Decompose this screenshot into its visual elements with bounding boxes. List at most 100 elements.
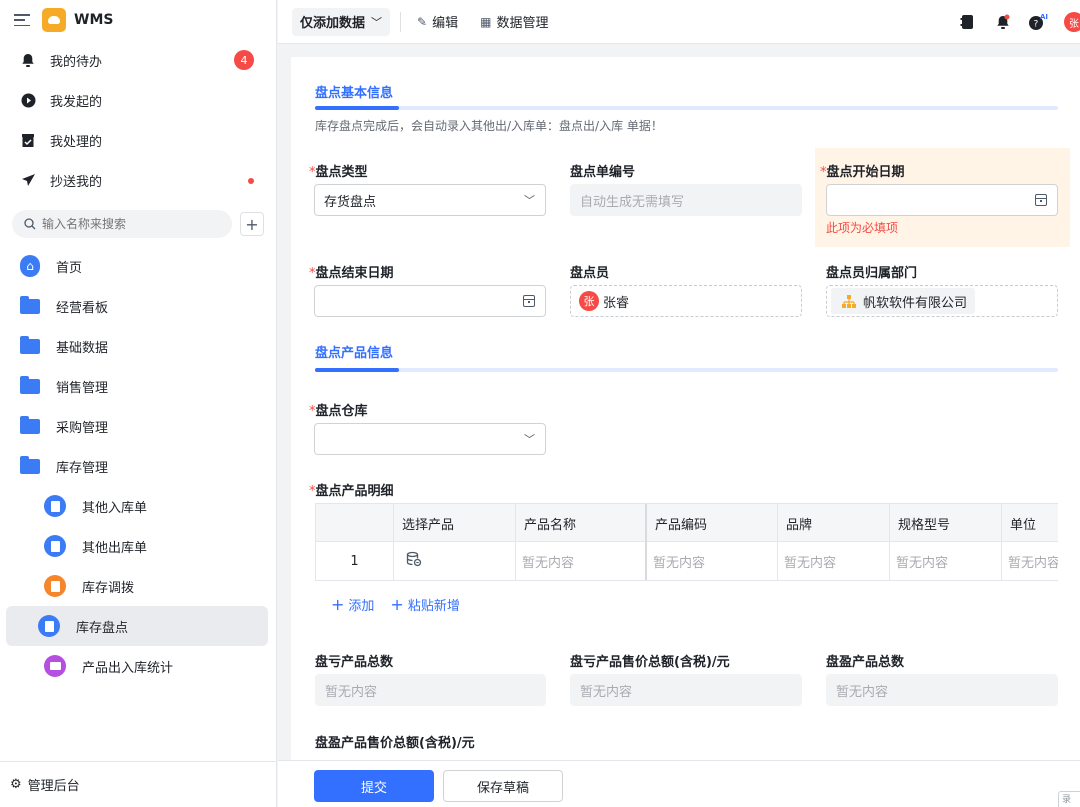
add-row-button[interactable]: + 添加 [331,595,374,614]
nav-label: 库存管理 [56,460,109,476]
edit-button[interactable]: ✎ 编辑 [417,12,458,32]
product-name-cell: 暂无内容 [516,542,647,580]
section-bar [315,368,1058,372]
warehouse-label: *盘点仓库 [309,404,368,419]
database-select-icon[interactable] [406,551,422,571]
calendar-icon [1035,194,1047,206]
form-hint: 库存盘点完成后，会自动录入其他出/入库单：盘点出/入库 单据！ [315,119,663,133]
document-icon [44,495,66,517]
nav-home[interactable]: ⌂ 首页 [0,246,276,286]
nav-label: 销售管理 [56,380,109,396]
spec-cell: 暂无内容 [890,542,1002,580]
sidebar-search-row: + [12,210,264,238]
brand-cell: 暂无内容 [778,542,890,580]
sidebar-item-transfer[interactable]: 库存调拨 [6,566,268,606]
warehouse-select[interactable]: ﹀ [314,423,546,455]
stocktake-type-value: 存货盘点 [324,194,377,210]
mode-select[interactable]: 仅添加数据 ﹀ [292,7,391,36]
section-title-products: 盘点产品信息 [315,346,394,361]
sidebar-item-label: 抄送我的 [50,174,103,190]
submit-button[interactable]: 提交 [314,770,434,802]
start-date-label: *盘点开始日期 [820,165,905,180]
plus-icon: + [390,595,404,614]
folder-icon [20,295,40,316]
search-icon [24,218,36,230]
chevron-down-icon: ﹀ [524,433,535,446]
nav-dashboard[interactable]: 经营看板 [0,286,276,326]
unit-cell: 暂无内容 [1008,555,1058,571]
table-header-cell: 品牌 [778,504,890,542]
nav-inventory[interactable]: 库存管理 [0,446,276,486]
nav-sales[interactable]: 销售管理 [0,366,276,406]
sidebar-item-label: 我发起的 [50,94,103,110]
table-header-cell [316,504,394,542]
app-title: WMS [74,12,114,28]
section-bar [315,106,1058,110]
sidebar-item-label: 其他出库单 [82,540,148,556]
home-icon: ⌂ [20,255,40,277]
start-date-error: 此项为必填项 [826,221,899,235]
loss-count-field: 暂无内容 [315,674,546,706]
bell-icon [20,52,36,68]
select-product-cell[interactable] [394,542,516,580]
sidebar: WMS 我的待办 4 我发起的 我处理的 抄送我的 + ⌂ 首页 [0,0,277,807]
divider [400,11,402,32]
nav-label: 经营看板 [56,300,109,316]
sidebar-item-cc[interactable]: 抄送我的 [0,160,276,200]
gain-amount-label: 盘盈产品售价总额(含税)/元 [315,736,475,751]
stocktake-type-select[interactable]: 存货盘点 ﹀ [314,184,546,216]
stocktake-no-label: 盘点单编号 [570,165,636,180]
dept-chip: 帆软软件有限公司 [831,288,976,314]
unread-dot [248,178,254,184]
mode-select-label: 仅添加数据 [300,16,366,31]
send-icon [20,172,36,188]
start-date-picker[interactable] [826,184,1058,216]
sidebar-item-other-inbound[interactable]: 其他入库单 [6,486,268,526]
sidebar-item-other-outbound[interactable]: 其他出库单 [6,526,268,566]
clerk-label: 盘点员 [570,266,610,281]
presentation-icon [44,655,66,677]
sidebar-search[interactable] [12,210,232,238]
user-avatar[interactable]: 张 [1064,12,1080,32]
section-title-basic: 盘点基本信息 [315,86,394,101]
table-header-cell: 产品编码 [647,504,778,542]
folder-icon [20,415,40,436]
document-icon [44,535,66,557]
sidebar-item-todo[interactable]: 我的待办 4 [0,40,276,80]
end-date-picker[interactable] [314,285,546,317]
sidebar-item-handled[interactable]: 我处理的 [0,120,276,160]
paste-add-button[interactable]: + 粘贴新增 [390,595,459,614]
pencil-icon: ✎ [417,14,428,29]
play-circle-icon [20,92,36,108]
notebook-icon[interactable] [956,11,978,33]
dept-label: 盘点员归属部门 [826,266,918,281]
corner-record-button[interactable]: 录 [1058,791,1080,807]
nav-basic-data[interactable]: 基础数据 [0,326,276,366]
save-draft-button[interactable]: 保存草稿 [443,770,563,802]
nav-label: 基础数据 [56,340,109,356]
sidebar-item-initiated[interactable]: 我发起的 [0,80,276,120]
search-input[interactable] [42,217,202,231]
gear-icon: ⚙ [10,777,22,792]
data-manage-button[interactable]: ▦ 数据管理 [480,12,548,32]
notification-bell-icon[interactable] [992,11,1014,33]
folder-icon [20,375,40,396]
clerk-field[interactable]: 张 张睿 [570,285,802,317]
table-row: 1 暂无内容 暂无内容 暂无内容 暂无内容 暂无内容 [316,542,1058,580]
sidebar-item-stocktake[interactable]: 库存盘点 [6,606,268,646]
sidebar-item-stats[interactable]: 产品出入库统计 [6,646,268,686]
chevron-down-icon: ﹀ [524,194,535,207]
todo-count-badge: 4 [234,50,254,70]
detail-label: *盘点产品明细 [309,484,394,499]
admin-link[interactable]: ⚙ 管理后台 [0,761,276,807]
sidebar-item-label: 我处理的 [50,134,103,150]
sidebar-item-label: 库存盘点 [76,620,129,636]
gain-count-label: 盘盈产品总数 [826,655,905,670]
nav-purchase[interactable]: 采购管理 [0,406,276,446]
help-ai-icon[interactable]: ? AI [1028,11,1050,33]
add-menu-button[interactable]: + [240,212,264,236]
dept-field[interactable]: 帆软软件有限公司 [826,285,1058,317]
svg-text:?: ? [1034,20,1039,30]
check-box-icon [20,132,36,148]
menu-icon[interactable] [14,14,30,26]
